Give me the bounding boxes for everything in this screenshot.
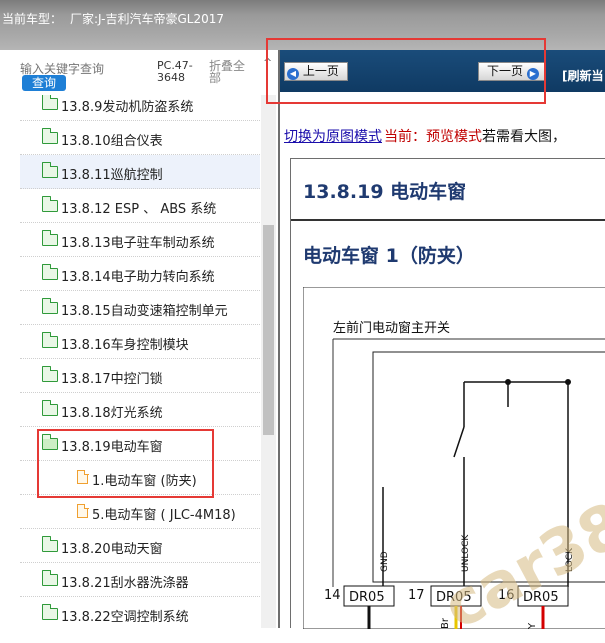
pin-signal-lock: LOCK bbox=[565, 547, 575, 572]
wire-label-br: Br bbox=[440, 617, 451, 629]
folder-icon bbox=[41, 230, 58, 246]
folder-icon bbox=[41, 332, 58, 348]
search-input[interactable] bbox=[20, 62, 130, 76]
folder-icon bbox=[41, 95, 58, 110]
tree-item[interactable]: 13.8.21刮水器洗涤器 bbox=[20, 563, 260, 597]
connector-label: DR05 bbox=[349, 590, 385, 605]
tree-item[interactable]: 13.8.15自动变速箱控制单元 bbox=[20, 291, 260, 325]
diagram-outer-border bbox=[303, 287, 605, 629]
pc-code: PC.47-3648 bbox=[157, 59, 193, 84]
tree-item[interactable]: 13.8.17中控门锁 bbox=[20, 359, 260, 393]
pin-number: 17 bbox=[408, 588, 425, 603]
refresh-link[interactable]: [刷新当 bbox=[562, 67, 604, 84]
mode-line: 切换为原图模式 当前：预览模式若需看大图， bbox=[284, 126, 566, 146]
tree-doc-item[interactable]: 5.电动车窗 ( JLC-4M18) bbox=[20, 495, 260, 529]
tree-item[interactable]: 13.8.14电子助力转向系统 bbox=[20, 257, 260, 291]
folder-icon bbox=[41, 162, 58, 178]
folder-icon bbox=[41, 298, 58, 314]
switch-original-mode-link[interactable]: 切换为原图模式 bbox=[284, 129, 382, 145]
tree-scrollbar[interactable] bbox=[261, 95, 276, 628]
unlock-switch-contact bbox=[453, 426, 465, 458]
tree-item[interactable]: 13.8.18灯光系统 bbox=[20, 393, 260, 427]
pin-number: 14 bbox=[324, 588, 341, 603]
content-panel: ◀ 上一页 下一页 ▶ [刷新当 切换为原图模式 当前：预览模式若需看大图， 13… bbox=[278, 50, 605, 643]
model-label: 当前车型： bbox=[2, 12, 63, 26]
highlight-box-nav bbox=[266, 38, 546, 104]
mode-hint: 若需看大图， bbox=[482, 129, 566, 145]
tree-item[interactable]: 13.8.12 ESP 、 ABS 系统 bbox=[20, 189, 260, 223]
connector-label: DR05 bbox=[523, 590, 559, 605]
folder-icon bbox=[41, 366, 58, 382]
highlight-box-tree bbox=[37, 429, 214, 498]
folder-icon bbox=[41, 570, 58, 586]
tree-item[interactable]: 13.8.13电子驻车制动系统 bbox=[20, 223, 260, 257]
pin-number: 16 bbox=[498, 588, 515, 603]
pin-signal-gnd: GND bbox=[380, 551, 390, 572]
section-title: 13.8.19 电动车窗 bbox=[303, 181, 467, 203]
tree-item[interactable]: 13.8.11巡航控制 bbox=[20, 155, 260, 189]
tree-item[interactable]: 13.8.9发动机防盗系统 bbox=[20, 95, 260, 121]
folder-icon bbox=[41, 604, 58, 620]
tree-item[interactable]: 13.8.10组合仪表 bbox=[20, 121, 260, 155]
tree-item[interactable]: 13.8.20电动天窗 bbox=[20, 529, 260, 563]
folder-icon bbox=[41, 400, 58, 416]
current-model: 当前车型： 厂家:J-吉利汽车帝豪GL2017 bbox=[2, 10, 232, 27]
connector-label: DR05 bbox=[436, 590, 472, 605]
tree-item[interactable]: 13.8.22空调控制系统 bbox=[20, 597, 260, 628]
folder-icon bbox=[41, 264, 58, 280]
tree-item[interactable]: 13.8.16车身控制模块 bbox=[20, 325, 260, 359]
pin-signal-unlock: UNLOCK bbox=[461, 534, 471, 572]
search-row: 查询 PC.47-3648 折叠全部 ^ bbox=[0, 50, 278, 95]
folder-icon bbox=[41, 196, 58, 212]
search-button[interactable]: 查询 bbox=[22, 75, 66, 91]
wiring-diagram: 左前门电动窗主开关 GND UNLOCK LOCK 14 DR05 17 DR0… bbox=[303, 287, 605, 629]
directory-tree: 13.8.9发动机防盗系统 13.8.10组合仪表 13.8.11巡航控制 13… bbox=[20, 95, 260, 628]
scroll-thumb[interactable] bbox=[263, 225, 274, 435]
model-value: 厂家:J-吉利汽车帝豪GL2017 bbox=[70, 12, 225, 26]
title-divider bbox=[291, 219, 605, 221]
collapse-all-button[interactable]: 折叠全部 bbox=[209, 60, 249, 84]
folder-icon bbox=[41, 128, 58, 144]
current-mode-label: 当前：预览模式 bbox=[384, 129, 482, 145]
document-view: 13.8.19 电动车窗 电动车窗 1（防夹） 左前门电动窗主开关 GND UN… bbox=[290, 158, 605, 643]
diagram-title: 电动车窗 1（防夹） bbox=[303, 245, 475, 267]
switch-inner-box bbox=[372, 351, 605, 583]
document-icon bbox=[77, 503, 89, 518]
folder-icon bbox=[41, 536, 58, 552]
switch-label: 左前门电动窗主开关 bbox=[333, 320, 450, 336]
